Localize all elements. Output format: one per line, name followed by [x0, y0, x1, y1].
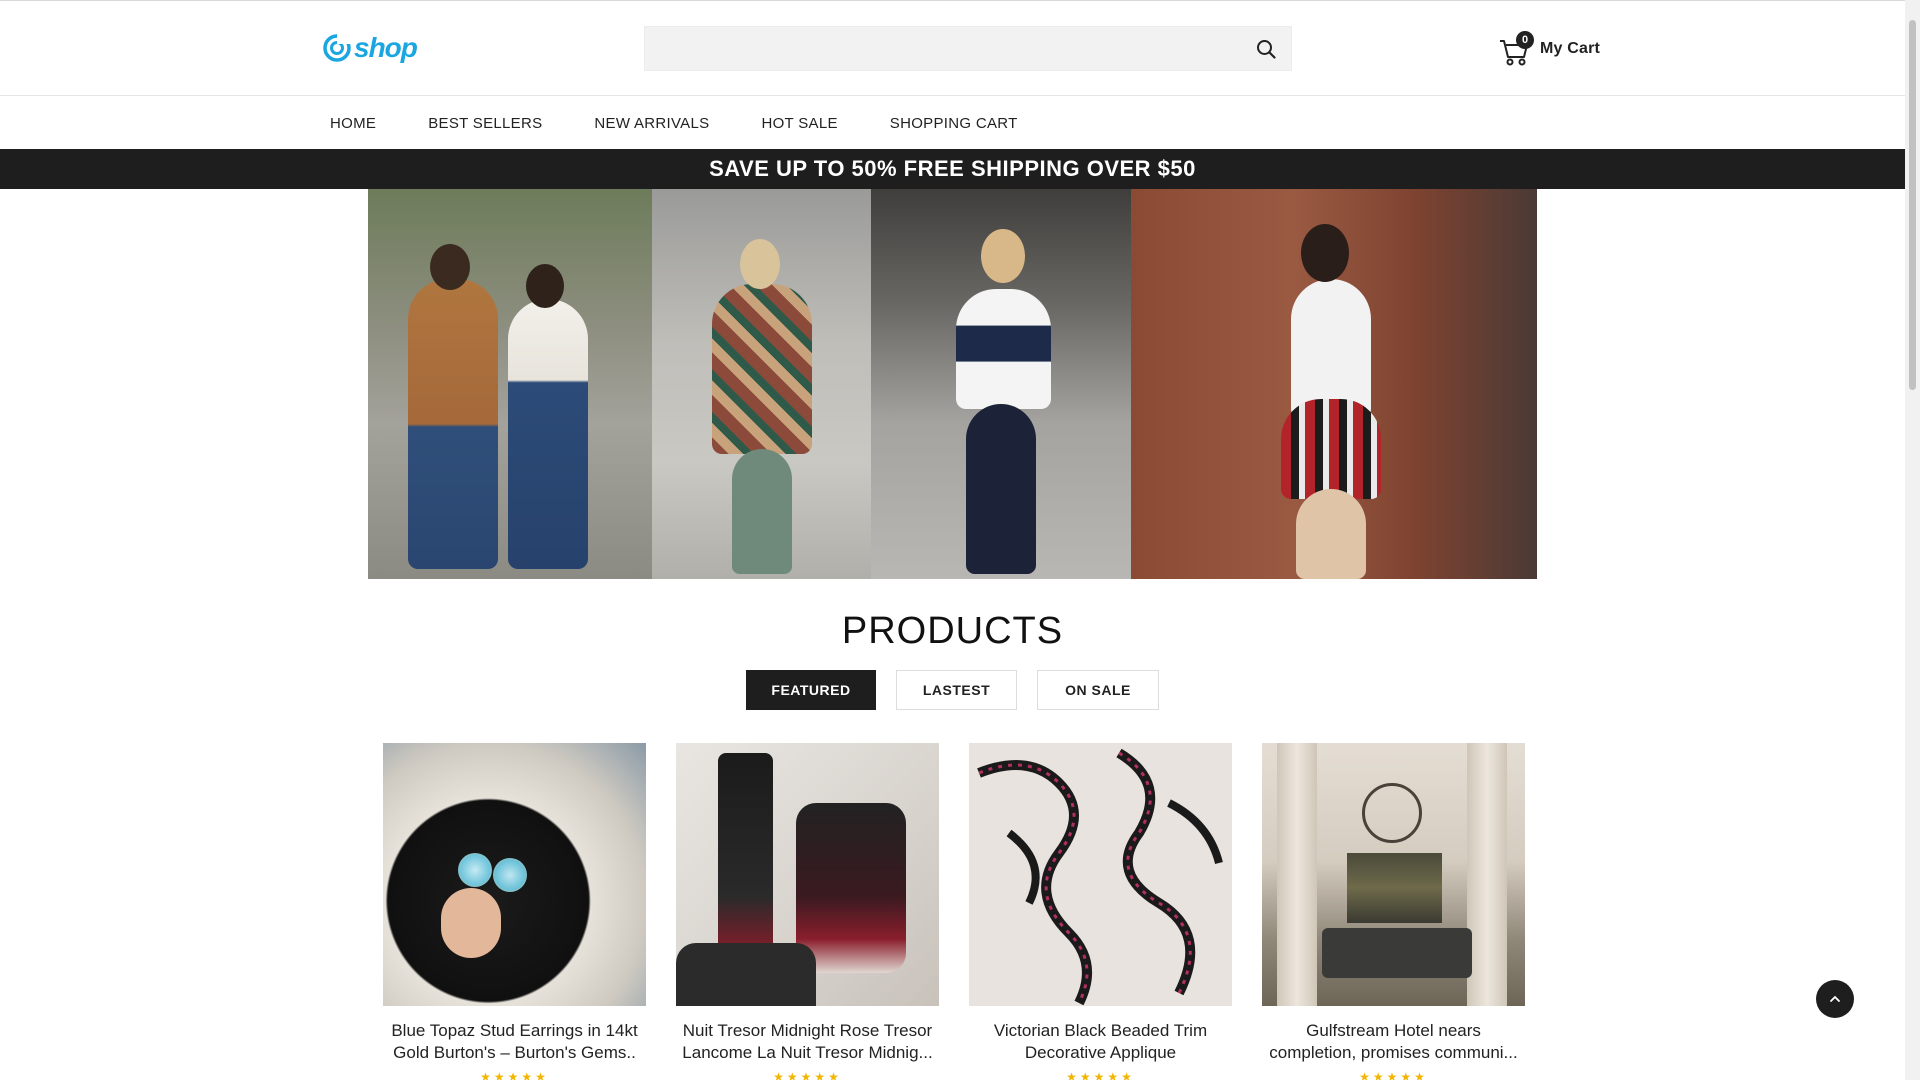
- product-title[interactable]: Blue Topaz Stud Earrings in 14kt Gold Bu…: [383, 1020, 646, 1064]
- search-bar: [644, 26, 1292, 71]
- nav-item-hot-sale[interactable]: HOT SALE: [761, 115, 837, 132]
- hero-banner[interactable]: [368, 189, 1537, 579]
- site-logo[interactable]: shop: [322, 31, 418, 65]
- products-heading: PRODUCTS: [841, 610, 1064, 652]
- product-image[interactable]: [969, 743, 1232, 1006]
- product-title[interactable]: Nuit Tresor Midnight Rose Tresor Lancome…: [676, 1020, 939, 1064]
- chevron-up-icon: [1830, 996, 1840, 1002]
- cart-icon-wrap: 0: [1498, 31, 1534, 67]
- product-rating: ★★★★★: [480, 1070, 549, 1080]
- hero-image-4: [1131, 189, 1537, 579]
- product-tabs: FEATURED LASTEST ON SALE: [746, 670, 1179, 710]
- product-rating: ★★★★★: [1066, 1070, 1135, 1080]
- scrollbar-thumb[interactable]: [1909, 20, 1916, 390]
- hero-image-2: [652, 189, 871, 579]
- site-header: shop 0 My Cart: [0, 1, 1905, 96]
- nav-item-shopping-cart[interactable]: SHOPPING CART: [890, 115, 1018, 132]
- product-card[interactable]: Victorian Black Beaded Trim Decorative A…: [969, 743, 1232, 1080]
- product-image[interactable]: [1262, 743, 1525, 1006]
- product-card[interactable]: Nuit Tresor Midnight Rose Tresor Lancome…: [676, 743, 939, 1080]
- hero-image-1: [368, 189, 652, 579]
- search-icon: [1257, 40, 1276, 59]
- product-card[interactable]: Gulfstream Hotel nears completion, promi…: [1262, 743, 1525, 1080]
- logo-swirl-icon: [323, 34, 351, 62]
- applique-illustration: [977, 748, 1223, 1006]
- cart-label: My Cart: [1540, 40, 1601, 57]
- hero-image-3: [871, 189, 1131, 579]
- back-to-top-button[interactable]: [1816, 980, 1854, 1018]
- tab-featured[interactable]: FEATURED: [746, 670, 876, 710]
- nav-item-home[interactable]: HOME: [330, 115, 376, 132]
- main-nav: HOME BEST SELLERS NEW ARRIVALS HOT SALE …: [0, 97, 1905, 149]
- product-rating: ★★★★★: [773, 1070, 842, 1080]
- product-grid: Blue Topaz Stud Earrings in 14kt Gold Bu…: [383, 743, 1555, 1080]
- promo-banner: SAVE UP TO 50% FREE SHIPPING OVER $50: [0, 149, 1905, 189]
- nav-item-best-sellers[interactable]: BEST SELLERS: [428, 115, 542, 132]
- cart-button[interactable]: 0 My Cart: [1498, 29, 1600, 69]
- search-button[interactable]: [1255, 38, 1277, 60]
- logo-text: shop: [354, 32, 418, 63]
- product-image[interactable]: [383, 743, 646, 1006]
- tab-on-sale[interactable]: ON SALE: [1037, 670, 1159, 710]
- product-title[interactable]: Victorian Black Beaded Trim Decorative A…: [969, 1020, 1232, 1064]
- page-scrollbar[interactable]: [1905, 0, 1920, 1080]
- product-title[interactable]: Gulfstream Hotel nears completion, promi…: [1262, 1020, 1525, 1064]
- product-card[interactable]: Blue Topaz Stud Earrings in 14kt Gold Bu…: [383, 743, 646, 1080]
- nav-item-new-arrivals[interactable]: NEW ARRIVALS: [594, 115, 709, 132]
- cart-count-badge: 0: [1516, 31, 1534, 49]
- product-image[interactable]: [676, 743, 939, 1006]
- search-input[interactable]: [645, 27, 1245, 70]
- product-rating: ★★★★★: [1359, 1070, 1428, 1080]
- tab-lastest[interactable]: LASTEST: [896, 670, 1017, 710]
